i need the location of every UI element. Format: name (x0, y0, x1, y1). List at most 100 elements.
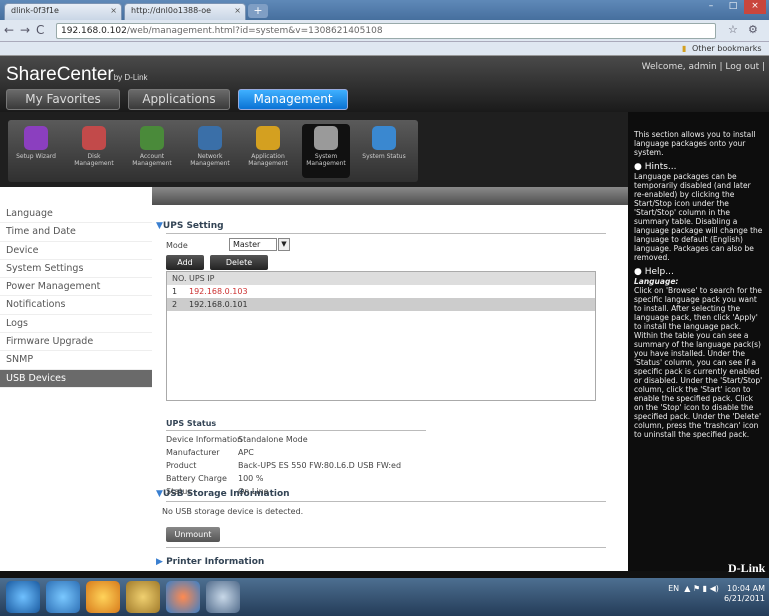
usb-message: No USB storage device is detected. (162, 507, 304, 516)
hints-title: ● Hints... (634, 162, 677, 172)
tab-applications[interactable]: Applications (128, 89, 230, 110)
hints-text: Language packages can be temporarily dis… (634, 172, 763, 262)
status-key: Battery Charge (166, 474, 227, 483)
status-key: Device Information (166, 435, 243, 444)
clock[interactable]: 10:04 AM 6/21/2011 (724, 584, 765, 604)
close-icon[interactable]: × (234, 6, 241, 15)
application-icon (256, 126, 280, 150)
table-row[interactable]: 2 192.168.0.101 (167, 298, 595, 311)
chevron-down-icon[interactable]: ▼ (278, 238, 290, 251)
brand-logo: ShareCenterby D-Link (6, 64, 148, 85)
url-host: 192.168.0.102 (61, 26, 127, 36)
explorer-icon[interactable] (126, 581, 160, 613)
start-button[interactable] (6, 581, 40, 613)
star-icon[interactable]: ☆ (728, 23, 738, 36)
taskbar: EN ▲ ⚑ ▮ ◀) 10:04 AM 6/21/2011 (0, 578, 769, 616)
iconbar-label: Disk Management (74, 153, 114, 167)
language-indicator[interactable]: EN (668, 584, 679, 593)
status-key: Status (166, 487, 192, 496)
other-bookmarks[interactable]: Other bookmarks (692, 44, 762, 53)
unmount-button[interactable]: Unmount (166, 527, 220, 542)
collapse-icon: ▼ (156, 221, 163, 231)
tab-my-favorites[interactable]: My Favorites (6, 89, 120, 110)
dlink-logo: D-Link (728, 561, 766, 575)
iconbar-item[interactable]: Account Management (128, 124, 176, 167)
mode-select[interactable]: Master ▼ (229, 238, 290, 251)
iconbar-item[interactable]: System Management (302, 124, 350, 178)
help-intro: This section allows you to install langu… (634, 130, 756, 157)
status-value: 100 % (238, 474, 264, 483)
sidebar-item[interactable]: SNMP (0, 351, 152, 370)
reload-icon[interactable]: C (36, 23, 44, 37)
iconbar-item[interactable]: Setup Wizard (12, 124, 60, 160)
app-header: ShareCenterby D-Link Welcome, admin | Lo… (0, 56, 769, 112)
iconbar-label: Account Management (132, 153, 172, 167)
media-player-icon[interactable] (166, 581, 200, 613)
help-text: Click on 'Browse' to search for the spec… (634, 286, 763, 439)
sidebar-item[interactable]: Notifications (0, 296, 152, 315)
iconbar-label: Network Management (190, 153, 230, 167)
status-value: Back-UPS ES 550 FW:80.L6.D USB FW:ed (238, 461, 402, 470)
minimize-icon[interactable]: – (700, 0, 722, 14)
back-icon[interactable]: ← (4, 23, 14, 37)
browser-toolbar: ← → C 192.168.0.102/web/management.html?… (0, 20, 769, 42)
status-value: Standalone Mode (238, 435, 308, 444)
iconbar-item[interactable]: Network Management (186, 124, 234, 167)
app-icon[interactable] (206, 581, 240, 613)
account-icon (140, 126, 164, 150)
wizard-icon (24, 126, 48, 150)
divider (166, 430, 426, 431)
help-title: ● Help... (634, 267, 674, 277)
url-path: /web/management.html?id=system&v=1308621… (126, 26, 383, 36)
browser-tab-bar: dlink-0f3f1e × http://dnl0o1388-oe × + – □… (0, 0, 769, 20)
new-tab-button[interactable]: + (248, 4, 268, 18)
sidebar-item[interactable]: Power Management (0, 278, 152, 297)
bookmarks-bar: ▮ Other bookmarks (0, 42, 769, 56)
iconbar-item[interactable]: Disk Management (70, 124, 118, 167)
sidebar-item[interactable]: System Settings (0, 260, 152, 279)
disk-icon (82, 126, 106, 150)
sidebar-item[interactable]: USB Devices (0, 369, 152, 388)
iconbar-label: Setup Wizard (16, 153, 56, 160)
add-button[interactable]: Add (166, 255, 204, 270)
gear-icon (314, 126, 338, 150)
welcome-text[interactable]: Welcome, admin | Log out | (642, 62, 765, 72)
forward-icon[interactable]: → (20, 23, 30, 37)
close-window-icon[interactable]: × (744, 0, 766, 14)
close-icon[interactable]: × (110, 6, 117, 15)
browser-tab-2[interactable]: http://dnl0o1388-oe × (124, 3, 246, 20)
main-content: ▼UPS Setting Mode Master ▼ Add Delete NO… (152, 205, 628, 571)
info-icon (372, 126, 396, 150)
tab-management[interactable]: Management (238, 89, 348, 110)
help-panel: This section allows you to install langu… (628, 112, 769, 575)
sidebar-item[interactable]: Device (0, 242, 152, 260)
mode-label: Mode (166, 241, 188, 250)
printer-info-header[interactable]: ▶ Printer Information (156, 557, 264, 567)
help-subtitle: Language: (634, 277, 679, 286)
iconbar-label: Application Management (248, 153, 288, 167)
maximize-icon[interactable]: □ (722, 0, 744, 14)
delete-button[interactable]: Delete (210, 255, 268, 270)
browser-tab-1[interactable]: dlink-0f3f1e × (4, 3, 122, 20)
iconbar-item[interactable]: Application Management (244, 124, 292, 167)
sidebar-item[interactable]: Logs (0, 315, 152, 334)
ups-setting-header[interactable]: ▼UPS Setting (156, 221, 224, 231)
wrench-icon[interactable]: ⚙ (748, 23, 758, 36)
internet-explorer-icon[interactable] (46, 581, 80, 613)
chrome-icon[interactable] (86, 581, 120, 613)
table-row[interactable]: 1 192.168.0.103 (167, 285, 595, 298)
sidebar-item[interactable]: Language (0, 205, 152, 224)
sidebar: Language Time and Date Device System Settin… (0, 187, 152, 571)
folder-icon: ▮ (682, 44, 687, 53)
sidebar-menu: Language Time and Date Device System Settin… (0, 205, 152, 388)
iconbar-item[interactable]: System Status (360, 124, 408, 160)
status-value: APC (238, 448, 254, 457)
sidebar-item[interactable]: Time and Date (0, 223, 152, 242)
status-key: Product (166, 461, 197, 470)
icon-strip: Setup Wizard Disk Management Account Manag… (8, 120, 418, 182)
divider (166, 501, 606, 502)
sidebar-item[interactable]: Firmware Upgrade (0, 333, 152, 352)
address-bar[interactable]: 192.168.0.102/web/management.html?id=sys… (56, 23, 716, 39)
iconbar-label: System Status (362, 153, 406, 160)
ups-table: NO. UPS IP 1 192.168.0.103 2 192.168.0.101 (166, 271, 596, 401)
